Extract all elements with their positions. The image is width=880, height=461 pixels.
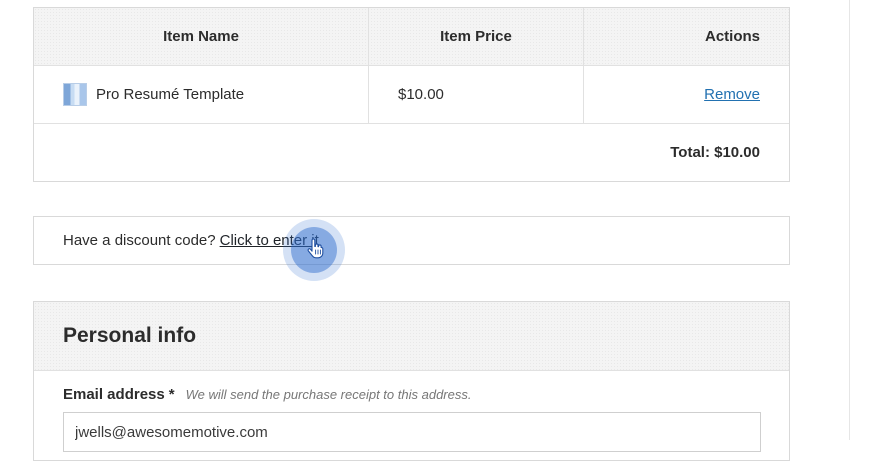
discount-prompt: Have a discount code? [63,232,216,249]
cart-total: Total: $10.00 [670,144,760,161]
column-header-actions: Actions [704,28,760,45]
email-label: Email address [63,386,165,403]
required-marker: * [168,386,175,403]
column-header-item-price: Item Price [369,8,584,65]
cart-table: Item Name Item Price Actions Pro Resumé … [33,7,790,182]
item-name-cell: Pro Resumé Template [34,66,369,123]
discount-box: Have a discount code? Click to enter it [33,216,790,265]
actions-cell: Remove [584,66,789,123]
personal-info-section: Personal info Email address * We will se… [33,301,790,461]
cart-table-header: Item Name Item Price Actions [34,8,789,66]
email-field[interactable] [63,412,761,452]
column-header-item-name: Item Name [34,8,369,65]
email-label-row: Email address * We will send the purchas… [63,386,471,403]
template-thumbnail-icon [63,83,87,106]
cart-total-row: Total: $10.00 [34,124,789,181]
enter-discount-link[interactable]: Click to enter it [220,232,319,249]
email-help-text: We will send the purchase receipt to thi… [185,387,472,402]
table-row: Pro Resumé Template $10.00 Remove [34,66,789,124]
sidebar-divider [849,0,850,440]
personal-info-title: Personal info [34,302,789,371]
remove-item-link[interactable]: Remove [704,86,760,103]
item-price: $10.00 [369,66,584,123]
item-name: Pro Resumé Template [96,86,245,103]
